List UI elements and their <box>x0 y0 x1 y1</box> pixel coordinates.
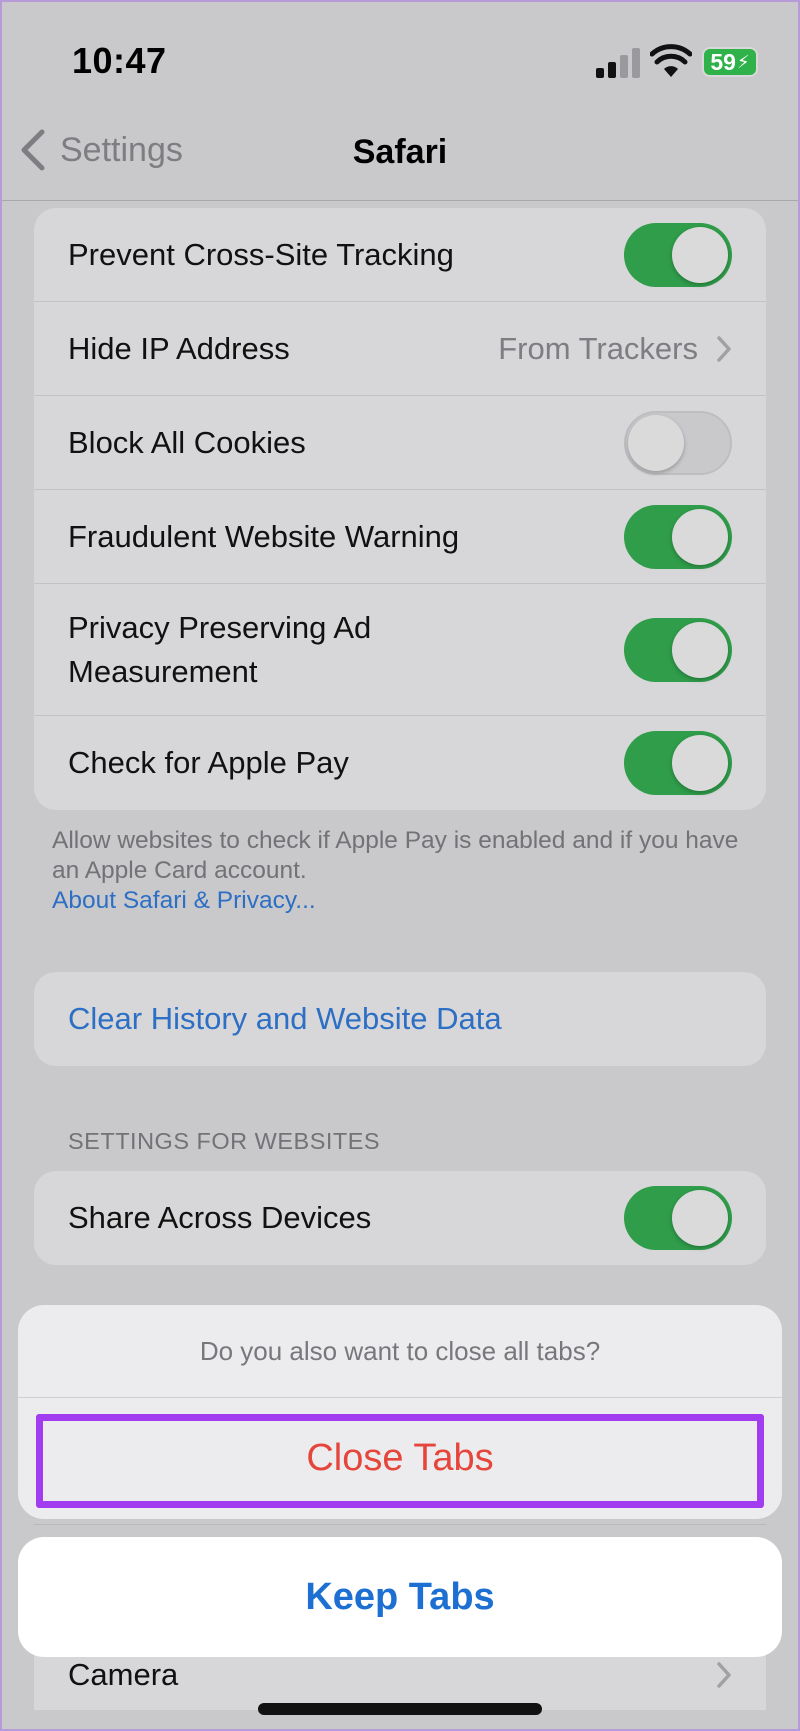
row-block-all-cookies: Block All Cookies <box>34 396 766 490</box>
clear-history-button[interactable]: Clear History and Website Data <box>34 972 766 1066</box>
prevent-tracking-toggle[interactable] <box>624 222 732 287</box>
apple-pay-check-toggle[interactable] <box>624 731 732 795</box>
row-label: Check for Apple Pay <box>68 745 349 780</box>
row-label: Block All Cookies <box>68 424 306 460</box>
status-time: 10:47 <box>72 40 167 81</box>
privacy-footer-text: Allow websites to check if Apple Pay is … <box>52 827 739 884</box>
row-hide-ip-address[interactable]: Hide IP Address From Trackers <box>34 302 766 396</box>
battery-icon: 59 ⚡ <box>702 47 758 77</box>
row-label: Privacy Preserving Ad Measurement <box>68 609 372 689</box>
websites-group: Share Across Devices <box>34 1171 766 1265</box>
hide-ip-value: From Trackers <box>498 330 698 366</box>
privacy-footer: Allow websites to check if Apple Pay is … <box>52 826 758 916</box>
clear-history-label: Clear History and Website Data <box>68 1001 502 1036</box>
chevron-right-icon <box>717 1662 731 1688</box>
row-label: Share Across Devices <box>68 1200 372 1235</box>
ad-measurement-toggle[interactable] <box>624 617 732 682</box>
action-sheet-message: Do you also want to close all tabs? <box>18 1305 782 1398</box>
page-title: Safari <box>352 133 448 171</box>
row-share-across-devices: Share Across Devices <box>34 1171 766 1265</box>
section-header-websites: SETTINGS FOR WEBSITES <box>68 1128 381 1154</box>
row-label: Camera <box>68 1657 179 1692</box>
row-divider <box>34 1524 766 1525</box>
highlight-box <box>36 1414 764 1508</box>
about-safari-privacy-link[interactable]: About Safari & Privacy... <box>52 886 758 916</box>
cellular-signal-icon <box>596 48 640 78</box>
row-privacy-preserving-ad-measurement: Privacy Preserving Ad Measurement <box>34 584 766 716</box>
row-check-for-apple-pay: Check for Apple Pay <box>34 716 766 810</box>
row-fraudulent-website-warning: Fraudulent Website Warning <box>34 490 766 584</box>
chevron-right-icon <box>717 335 731 362</box>
row-label: Fraudulent Website Warning <box>68 518 460 554</box>
nav-divider <box>0 200 800 201</box>
row-label: Prevent Cross-Site Tracking <box>68 236 454 272</box>
keep-tabs-button[interactable]: Keep Tabs <box>18 1537 782 1657</box>
clear-history-group: Clear History and Website Data <box>34 972 766 1066</box>
home-indicator <box>258 1703 542 1715</box>
block-cookies-toggle[interactable] <box>624 410 732 475</box>
privacy-settings-group: Prevent Cross-Site Tracking Hide IP Addr… <box>34 208 766 810</box>
fraud-warning-toggle[interactable] <box>624 504 732 569</box>
share-across-devices-toggle[interactable] <box>624 1186 732 1250</box>
battery-level: 59 <box>710 48 736 75</box>
wifi-icon <box>650 44 692 77</box>
row-label: Hide IP Address <box>68 330 290 366</box>
row-prevent-cross-site-tracking: Prevent Cross-Site Tracking <box>34 208 766 302</box>
